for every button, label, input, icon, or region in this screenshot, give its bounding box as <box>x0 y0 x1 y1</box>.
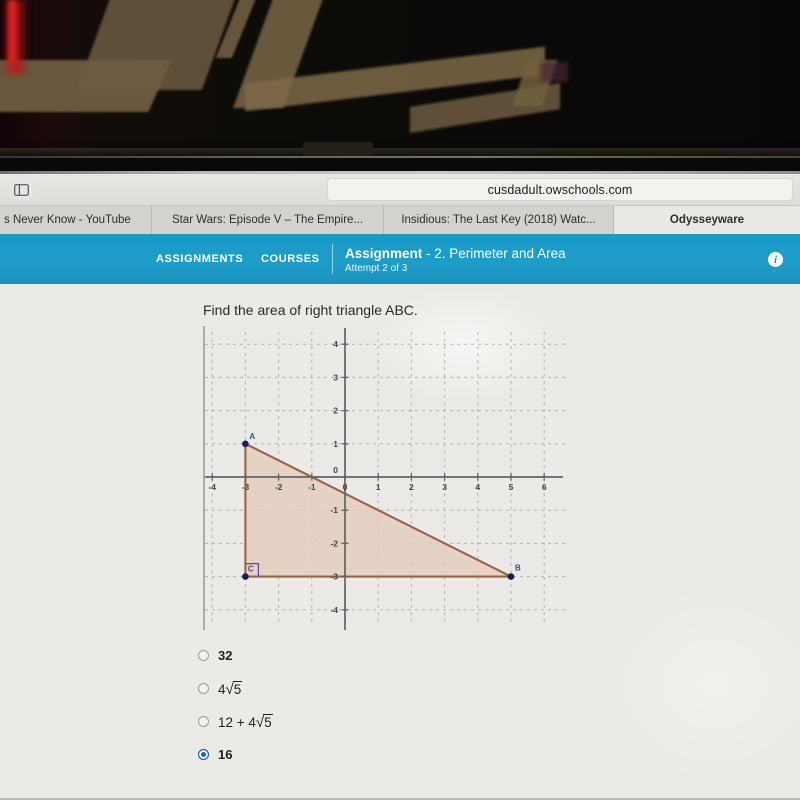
option-label: 4 √ 5 <box>218 680 243 697</box>
tab-label: Insidious: The Last Key (2018) Watc... <box>401 214 596 226</box>
laptop-hinge <box>303 142 373 156</box>
attempt-status: Attempt 2 of 3 <box>345 263 408 274</box>
svg-text:-4: -4 <box>208 482 216 492</box>
svg-text:0: 0 <box>343 482 348 492</box>
option-row[interactable]: 16 <box>198 738 518 771</box>
radio-12-plus-4-sqrt-5[interactable] <box>198 716 209 727</box>
svg-text:3: 3 <box>442 482 447 492</box>
tab-strip: s Never Know - YouTube Star Wars: Episod… <box>0 206 800 234</box>
svg-text:-3: -3 <box>242 482 250 492</box>
tab-insidious[interactable]: Insidious: The Last Key (2018) Watc... <box>384 206 614 234</box>
browser-toolbar: cusdadult.owschools.com <box>0 174 800 206</box>
svg-text:C: C <box>248 565 254 574</box>
photo-background <box>0 0 800 176</box>
tab-label: Odysseyware <box>669 214 745 226</box>
svg-text:4: 4 <box>475 482 480 492</box>
svg-text:5: 5 <box>509 482 514 492</box>
info-icon[interactable]: i <box>768 252 783 267</box>
radio-4-sqrt-5[interactable] <box>198 683 209 694</box>
tab-label: s Never Know - YouTube <box>4 214 131 226</box>
address-bar[interactable]: cusdadult.owschools.com <box>327 178 793 201</box>
option-label: 12 + 4 √ 5 <box>218 713 273 730</box>
nav-item-courses[interactable]: COURSES <box>261 253 320 265</box>
svg-text:1: 1 <box>333 439 338 449</box>
nav-item-assignments[interactable]: ASSIGNMENTS <box>156 253 243 265</box>
tab-youtube[interactable]: s Never Know - YouTube <box>0 206 152 234</box>
assignment-title-rest: - 2. Perimeter and Area <box>422 246 566 261</box>
option-row[interactable]: 4 √ 5 <box>198 672 518 705</box>
app-navbar: ASSIGNMENTS COURSES Assignment - 2. Peri… <box>0 234 800 284</box>
svg-text:3: 3 <box>333 372 338 382</box>
tab-label: Star Wars: Episode V – The Empire... <box>171 214 364 226</box>
screen-glare-secondary <box>600 584 800 784</box>
sqrt-expression: 12 + 4 √ 5 <box>218 713 273 730</box>
background-shape <box>76 0 239 90</box>
svg-text:0: 0 <box>333 465 338 475</box>
svg-text:4: 4 <box>333 339 338 349</box>
svg-text:2: 2 <box>409 482 414 492</box>
option-label: 16 <box>218 747 233 762</box>
sqrt-expression: 4 √ 5 <box>218 680 243 697</box>
navbar-divider <box>332 244 333 274</box>
red-light-glow-core <box>8 0 16 62</box>
page-content: Find the area of right triangle ABC. -4-… <box>0 284 800 800</box>
svg-text:A: A <box>249 432 255 441</box>
svg-text:-1: -1 <box>308 482 316 492</box>
sqrt-coefficient: 4 <box>218 681 226 697</box>
radio-32[interactable] <box>198 650 209 661</box>
svg-text:-3: -3 <box>330 572 338 582</box>
assignment-title: Assignment - 2. Perimeter and Area <box>345 246 566 261</box>
screenshot-root: cusdadult.owschools.com s Never Know - Y… <box>0 0 800 800</box>
svg-text:6: 6 <box>542 482 547 492</box>
svg-text:2: 2 <box>333 406 338 416</box>
question-text: Find the area of right triangle ABC. <box>203 302 418 318</box>
option-row[interactable]: 32 <box>198 639 518 672</box>
radio-16[interactable] <box>198 749 209 760</box>
svg-text:-4: -4 <box>330 605 338 615</box>
sqrt-coefficient: 12 + 4 <box>218 714 256 730</box>
svg-text:B: B <box>515 564 521 573</box>
browser-window: cusdadult.owschools.com s Never Know - Y… <box>0 174 800 800</box>
tab-star-wars[interactable]: Star Wars: Episode V – The Empire... <box>152 206 384 234</box>
svg-text:-2: -2 <box>275 482 283 492</box>
svg-text:1: 1 <box>376 482 381 492</box>
coordinate-graph: -4 -3 -2 -1 0 1 2 3 4 5 6 4 3 2 1 -1 -2 -3 -4 0 A B C <box>195 324 575 634</box>
option-label: 32 <box>218 648 233 663</box>
svg-text:-1: -1 <box>330 505 338 515</box>
radicand: 5 <box>263 713 273 730</box>
screen-bezel-top <box>0 158 800 172</box>
sidebar-toggle-icon[interactable] <box>9 180 33 199</box>
radicand: 5 <box>232 680 243 697</box>
tab-odysseyware[interactable]: Odysseyware <box>614 206 800 234</box>
graph-canvas: -4 -3 -2 -1 0 1 2 3 4 5 6 4 3 2 1 -1 -2 -3 -4 0 A B C <box>203 326 565 630</box>
background-shape <box>540 62 568 82</box>
svg-text:-2: -2 <box>330 538 338 548</box>
option-row[interactable]: 12 + 4 √ 5 <box>198 705 518 738</box>
address-bar-url: cusdadult.owschools.com <box>487 182 633 197</box>
assignment-title-bold: Assignment <box>345 246 423 261</box>
answer-options: 32 4 √ 5 12 + 4 √ 5 16 <box>198 639 518 771</box>
